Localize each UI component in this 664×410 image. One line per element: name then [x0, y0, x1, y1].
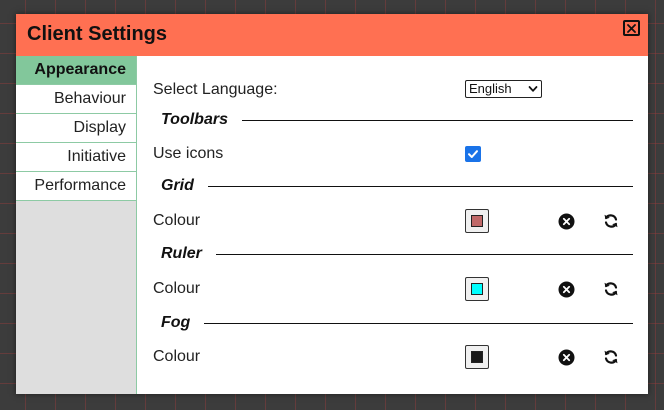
- section-divider: [207, 185, 633, 187]
- ruler-colour-label: Colour: [153, 280, 201, 297]
- sidebar-item-display[interactable]: Display: [16, 114, 136, 143]
- language-select[interactable]: English: [465, 80, 542, 98]
- ruler-section-header: Ruler: [161, 244, 633, 264]
- section-divider: [204, 322, 633, 324]
- grid-colour-fill: [471, 215, 483, 227]
- close-icon: [627, 23, 636, 33]
- client-settings-dialog: Client Settings Appearance Behaviour Dis…: [16, 14, 648, 394]
- settings-content: Select Language: English Toolbars Use ic…: [137, 56, 648, 394]
- ruler-clear-button[interactable]: [557, 280, 575, 298]
- fog-reset-button[interactable]: [602, 348, 620, 366]
- grid-heading: Grid: [161, 177, 194, 194]
- sidebar-item-initiative[interactable]: Initiative: [16, 143, 136, 172]
- fog-heading: Fog: [161, 314, 191, 331]
- clear-icon: [558, 349, 574, 365]
- fog-colour-fill: [471, 351, 483, 363]
- dialog-title: Client Settings: [27, 23, 168, 45]
- sidebar-item-behaviour[interactable]: Behaviour: [16, 85, 136, 114]
- clear-icon: [558, 281, 574, 297]
- section-divider: [241, 119, 633, 121]
- sidebar-item-performance[interactable]: Performance: [16, 172, 136, 201]
- grid-colour-swatch[interactable]: [465, 209, 489, 233]
- ruler-colour-swatch[interactable]: [465, 277, 489, 301]
- refresh-icon: [604, 282, 618, 296]
- toolbars-heading: Toolbars: [161, 111, 228, 128]
- close-button[interactable]: [623, 20, 640, 36]
- fog-section-header: Fog: [161, 313, 633, 333]
- language-label: Select Language:: [153, 81, 278, 98]
- checkmark-icon: [468, 150, 478, 158]
- fog-colour-swatch[interactable]: [465, 345, 489, 369]
- fog-clear-button[interactable]: [557, 348, 575, 366]
- use-icons-label: Use icons: [153, 145, 224, 162]
- settings-sidebar: Appearance Behaviour Display Initiative …: [16, 56, 137, 394]
- grid-colour-label: Colour: [153, 212, 201, 229]
- refresh-icon: [604, 214, 618, 228]
- dialog-titlebar[interactable]: Client Settings: [16, 14, 648, 56]
- ruler-heading: Ruler: [161, 245, 202, 262]
- sidebar-item-appearance[interactable]: Appearance: [16, 56, 136, 85]
- clear-icon: [558, 213, 574, 229]
- grid-section-header: Grid: [161, 176, 633, 196]
- ruler-reset-button[interactable]: [602, 280, 620, 298]
- grid-reset-button[interactable]: [602, 212, 620, 230]
- refresh-icon: [604, 350, 618, 364]
- fog-colour-label: Colour: [153, 348, 201, 365]
- toolbars-section-header: Toolbars: [161, 110, 633, 130]
- use-icons-checkbox[interactable]: [465, 146, 481, 162]
- ruler-colour-fill: [471, 283, 483, 295]
- grid-clear-button[interactable]: [557, 212, 575, 230]
- section-divider: [215, 253, 633, 255]
- language-select-value: English: [469, 81, 512, 96]
- chevron-down-icon: [528, 86, 538, 92]
